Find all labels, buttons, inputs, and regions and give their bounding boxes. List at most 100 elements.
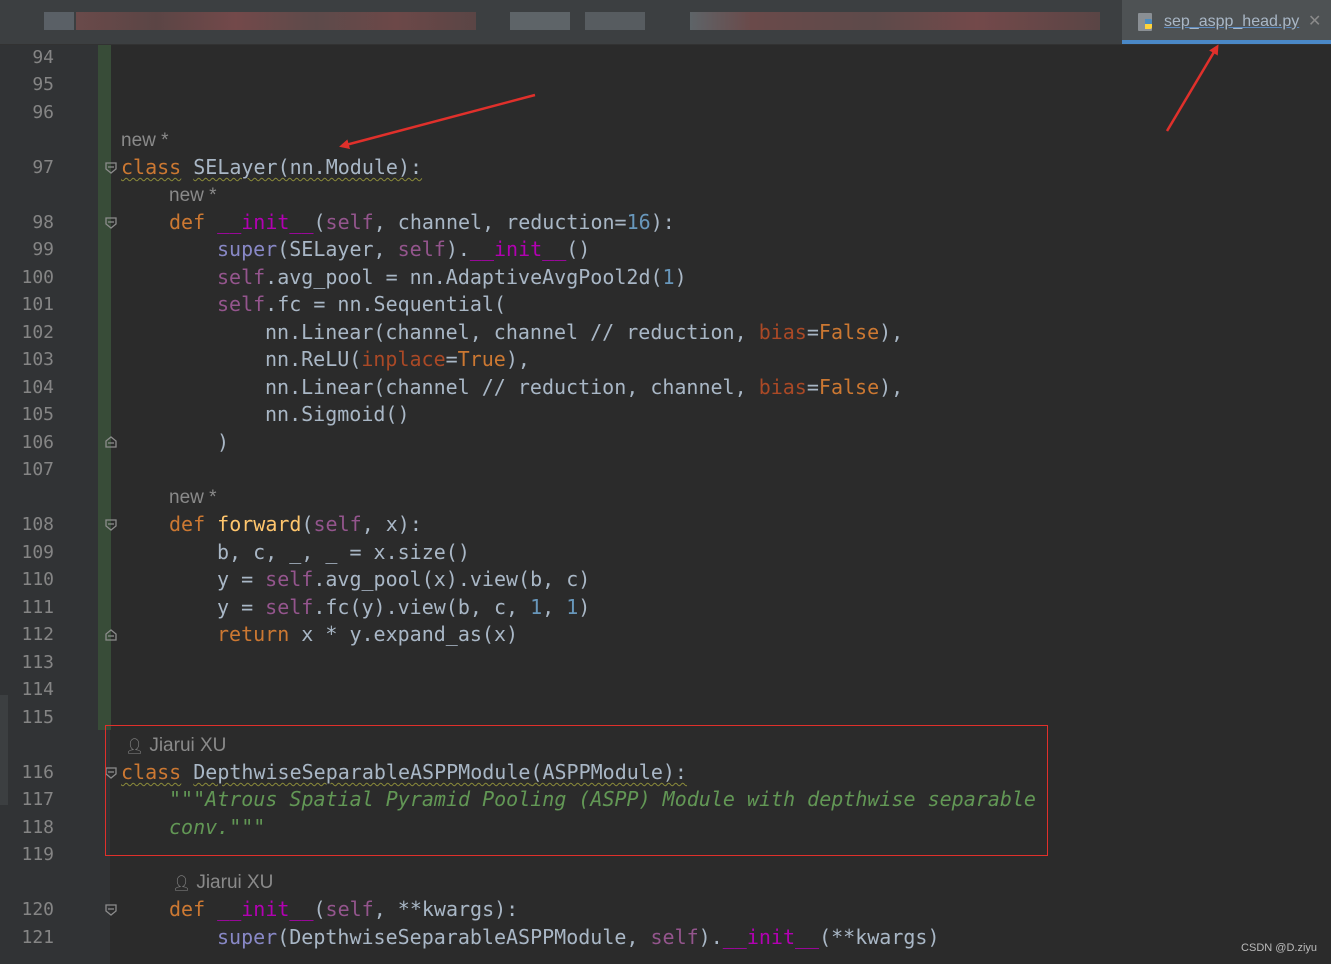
code-line[interactable]: nn.Linear(channel, channel // reduction,… [265,319,903,346]
code-text: , x): [361,512,422,536]
class-name: SELayer [193,155,278,179]
code-line[interactable]: def forward(self, x): [169,511,422,538]
usage-hint[interactable]: new * [169,484,217,511]
keyword: def [169,210,206,234]
code-text: ( [301,512,314,536]
code-line[interactable]: y = self.avg_pool(x).view(b, c) [217,566,590,593]
code-line[interactable]: nn.ReLU(inplace=True), [265,346,530,373]
author-name: Jiarui XU [196,872,274,893]
usage-hint[interactable]: new * [121,127,169,154]
code-text: b, c, _, _ = x.size() [217,540,470,564]
person-icon: 👤︎ [172,875,192,892]
magic-method: __init__ [469,237,567,261]
line-number: 109 [21,542,54,563]
blurred-tab[interactable] [585,12,645,30]
builtin: super [217,925,278,949]
code-text: ). [445,237,470,261]
code-text: = [445,347,458,371]
line-number: 107 [21,459,54,480]
self-keyword: self [325,210,374,234]
fold-open-icon[interactable] [104,903,118,917]
arrow-to-tab [1165,44,1219,132]
keyword: class [121,760,182,784]
code-text: , [542,595,567,619]
param-name: bias [758,320,807,344]
line-number: 99 [32,239,54,260]
line-number: 115 [21,707,54,728]
code-text: x * y.expand_as(x) [289,622,519,646]
code-text: ) [674,265,687,289]
code-text: .avg_pool = nn.AdaptiveAvgPool2d( [265,265,663,289]
line-number: 94 [32,47,54,68]
self-keyword: self [325,897,374,921]
magic-method: __init__ [722,925,820,949]
blurred-tab[interactable] [76,12,476,30]
code-line[interactable]: class DepthwiseSeparableASPPModule(ASPPM… [121,759,687,786]
code-line[interactable]: def __init__(self, **kwargs): [169,896,518,923]
close-icon[interactable]: ✕ [1308,11,1321,30]
keyword: False [818,375,880,399]
blurred-tab[interactable] [510,12,570,30]
code-text: (ASPPModule): [530,760,687,784]
docstring-line[interactable]: """Atrous Spatial Pyramid Pooling (ASPP)… [169,786,1036,813]
usage-hint[interactable]: new * [169,182,217,209]
code-text: ( [313,897,326,921]
keyword: False [818,320,880,344]
self-keyword: self [265,567,314,591]
code-text: ), [879,320,904,344]
self-keyword: self [217,265,266,289]
code-line[interactable]: nn.Linear(channel // reduction, channel,… [265,374,903,401]
docstring: """Atrous Spatial Pyramid Pooling (ASPP)… [169,787,1036,811]
line-number: 104 [21,377,54,398]
code-line[interactable]: ) [217,429,229,456]
author-hint[interactable]: 👤︎ Jiarui XU [125,732,226,760]
code-line[interactable]: class SELayer(nn.Module): [121,154,422,181]
code-text: y = [217,595,266,619]
python-file-icon [1138,13,1152,31]
code-line[interactable]: return x * y.expand_as(x) [217,621,518,648]
tab-sep-aspp-head[interactable]: sep_aspp_head.py ✕ [1122,0,1331,44]
blurred-tab-icon [44,12,74,30]
code-text: (**kwargs) [819,925,940,949]
magic-method: __init__ [217,897,314,921]
line-number: 120 [21,899,54,920]
code-line[interactable]: nn.Sigmoid() [265,401,410,428]
editor-tab-bar: sep_aspp_head.py ✕ [0,0,1331,45]
fold-end-icon[interactable] [104,628,118,642]
keyword: True [457,347,506,371]
fold-open-icon[interactable] [104,518,118,532]
code-text: = [806,320,819,344]
line-number: 108 [21,514,54,535]
code-line[interactable]: super(DepthwiseSeparableASPPModule, self… [217,924,940,951]
line-number: 118 [21,817,54,838]
code-text: y = [217,567,266,591]
code-line[interactable]: y = self.fc(y).view(b, c, 1, 1) [217,594,590,621]
code-text: nn.Linear(channel, channel // reduction, [265,320,759,344]
fold-end-icon[interactable] [104,435,118,449]
code-text: (SELayer, [277,237,398,261]
docstring-line[interactable]: conv.""" [169,814,265,841]
keyword: def [169,512,206,536]
blurred-tab[interactable] [690,12,1100,30]
code-line[interactable]: self.fc = nn.Sequential( [217,291,506,318]
fold-open-icon[interactable] [104,161,118,175]
self-keyword: self [265,595,314,619]
docstring: conv.""" [169,815,266,839]
fold-open-icon[interactable] [104,766,118,780]
author-hint[interactable]: 👤︎ Jiarui XU [172,869,273,897]
code-line[interactable]: super(SELayer, self).__init__() [217,236,590,263]
magic-method: __init__ [217,210,314,234]
code-line[interactable]: b, c, _, _ = x.size() [217,539,470,566]
code-text: .avg_pool(x).view(b, c) [313,567,591,591]
line-number: 105 [21,404,54,425]
code-text: ) [217,430,230,454]
line-number: 100 [21,267,54,288]
fold-open-icon[interactable] [104,216,118,230]
code-line[interactable]: self.avg_pool = nn.AdaptiveAvgPool2d(1) [217,264,687,291]
code-line[interactable]: def __init__(self, channel, reduction=16… [169,209,675,236]
line-number: 95 [32,74,54,95]
number: 16 [626,210,651,234]
